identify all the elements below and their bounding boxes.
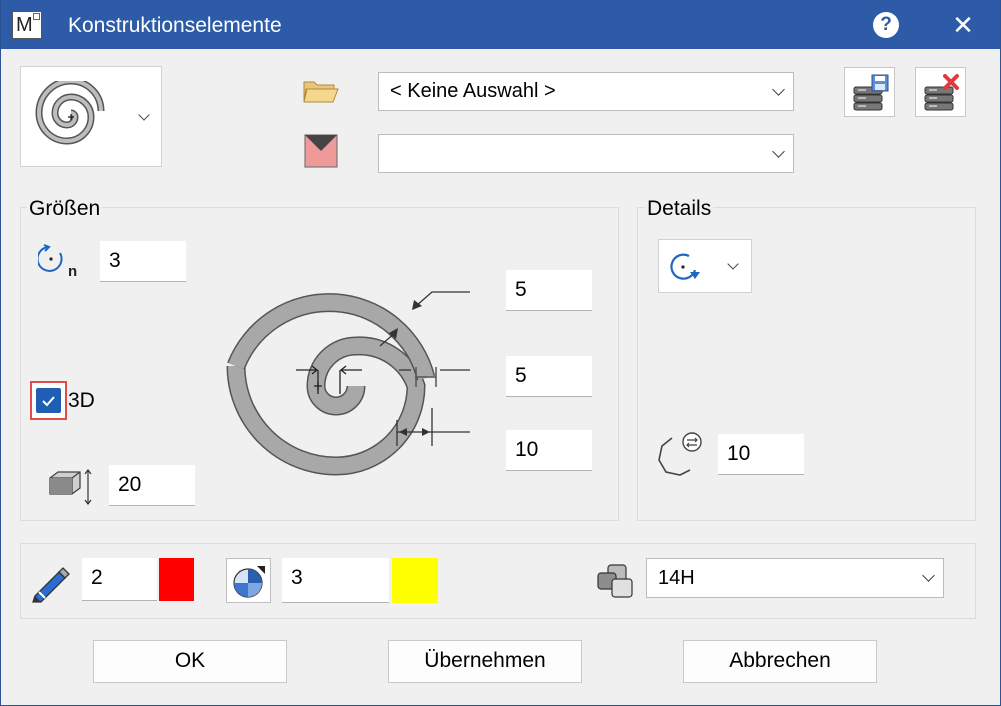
layer-value: 14H bbox=[658, 567, 695, 589]
turns-n-icon: n bbox=[38, 244, 77, 279]
app-icon-letter: M bbox=[16, 14, 33, 36]
pitch-field[interactable]: 5 bbox=[506, 356, 592, 397]
app-icon-mark bbox=[33, 13, 40, 20]
title-bar: M Konstruktionselemente ? ✕ bbox=[0, 0, 1001, 49]
chevron-down-icon bbox=[727, 258, 739, 270]
polygon-segments-icon bbox=[658, 432, 702, 476]
check-icon bbox=[42, 396, 55, 407]
pen-icon[interactable] bbox=[29, 562, 71, 604]
envelope-icon bbox=[304, 134, 338, 168]
height-block-icon bbox=[49, 469, 92, 505]
chevron-down-icon bbox=[772, 145, 785, 158]
checkbox-3d-label[interactable]: 3D bbox=[68, 389, 95, 413]
spiral-dimension-diagram bbox=[226, 291, 470, 476]
help-button[interactable]: ? bbox=[873, 12, 899, 38]
database-delete-icon bbox=[924, 74, 959, 111]
delete-from-database-button[interactable] bbox=[915, 67, 966, 117]
outer-offset-field[interactable]: 5 bbox=[506, 270, 592, 311]
save-to-database-button[interactable] bbox=[844, 67, 895, 117]
rotation-direction-icon bbox=[670, 253, 700, 280]
pattern-color-swatch[interactable] bbox=[392, 558, 438, 603]
svg-text:n: n bbox=[68, 263, 77, 279]
window-title: Konstruktionselemente bbox=[68, 14, 282, 37]
element-picker-dropdown[interactable] bbox=[20, 66, 162, 167]
pattern-button[interactable] bbox=[226, 558, 271, 603]
close-button[interactable]: ✕ bbox=[946, 8, 980, 42]
selection-dropdown[interactable]: < Keine Auswahl > bbox=[378, 72, 794, 111]
spiral-icon bbox=[35, 81, 105, 145]
segments-field[interactable]: 10 bbox=[718, 434, 804, 475]
pie-pattern-icon bbox=[233, 566, 265, 598]
subtype-dropdown[interactable] bbox=[378, 134, 794, 173]
database-save-icon bbox=[853, 74, 889, 111]
pattern-field[interactable]: 3 bbox=[282, 558, 389, 603]
turns-field[interactable]: 3 bbox=[100, 241, 186, 282]
pen-color-swatch[interactable] bbox=[159, 558, 194, 601]
apply-button[interactable]: Übernehmen bbox=[388, 640, 582, 683]
ok-button[interactable]: OK bbox=[93, 640, 287, 683]
folder-open-icon bbox=[303, 81, 339, 103]
height-field[interactable]: 20 bbox=[109, 465, 195, 506]
cancel-button[interactable]: Abbrechen bbox=[683, 640, 877, 683]
selection-value: < Keine Auswahl > bbox=[390, 80, 556, 102]
width-field[interactable]: 10 bbox=[506, 430, 592, 471]
layer-dropdown[interactable]: 14H bbox=[646, 558, 944, 598]
chevron-down-icon bbox=[772, 83, 785, 96]
details-label: Details bbox=[645, 197, 714, 221]
checkbox-3d[interactable] bbox=[30, 381, 67, 420]
groessen-label: Größen bbox=[27, 197, 103, 221]
pen-thickness-field[interactable]: 2 bbox=[82, 558, 157, 601]
app-icon[interactable]: M bbox=[12, 11, 42, 39]
chevron-down-icon bbox=[138, 109, 150, 121]
rotation-direction-dropdown[interactable] bbox=[658, 239, 752, 293]
chevron-down-icon bbox=[922, 569, 935, 582]
layer-icon bbox=[597, 564, 633, 598]
checkbox-checked-indicator bbox=[36, 388, 61, 413]
